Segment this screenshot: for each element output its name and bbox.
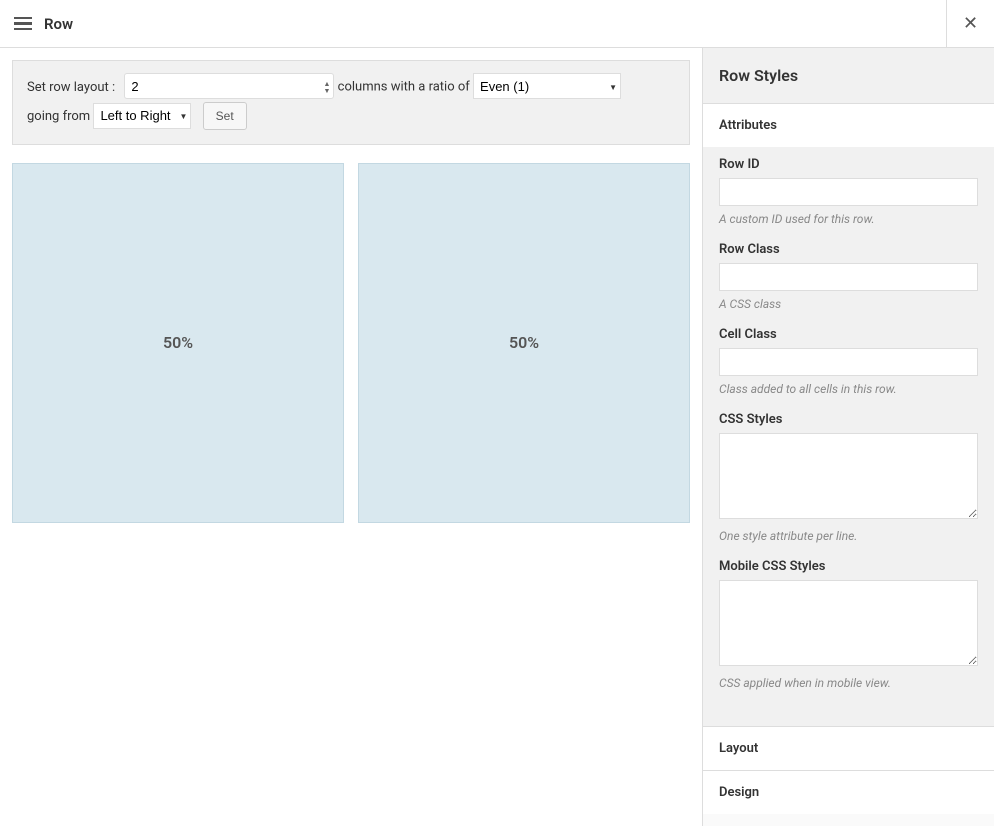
dialog-header: Row ✕ [0, 0, 994, 48]
preview-column-label: 50% [163, 333, 193, 352]
columns-ratio-label: columns with a ratio of [338, 80, 470, 95]
row-preview: 50% 50% [12, 163, 690, 523]
attributes-section-title[interactable]: Attributes [703, 104, 994, 147]
dialog-content: Set row layout : ▲▼ columns with a ratio… [0, 48, 994, 826]
dialog-title: Row [44, 15, 73, 33]
row-styles-sidebar: Row Styles Attributes Row ID A custom ID… [702, 48, 994, 826]
preview-column-label: 50% [509, 333, 539, 352]
cell-class-hint: Class added to all cells in this row. [719, 382, 978, 396]
row-id-hint: A custom ID used for this row. [719, 212, 978, 226]
row-class-label: Row Class [719, 242, 978, 257]
row-class-input[interactable] [719, 263, 978, 291]
columns-count-input[interactable] [124, 73, 334, 99]
css-styles-label: CSS Styles [719, 412, 978, 427]
design-section-title[interactable]: Design [703, 771, 994, 814]
close-icon: ✕ [963, 13, 978, 34]
set-button[interactable]: Set [203, 102, 247, 130]
row-layout-controls: Set row layout : ▲▼ columns with a ratio… [12, 60, 690, 145]
cell-class-input[interactable] [719, 348, 978, 376]
preview-column[interactable]: 50% [12, 163, 344, 523]
attributes-section-body: Row ID A custom ID used for this row. Ro… [703, 147, 994, 726]
ratio-select[interactable]: Even (1) [473, 73, 621, 99]
cell-class-label: Cell Class [719, 327, 978, 342]
row-class-hint: A CSS class [719, 297, 978, 311]
direction-select[interactable]: Left to Right [93, 103, 191, 129]
css-styles-hint: One style attribute per line. [719, 529, 978, 543]
menu-icon[interactable] [14, 17, 32, 31]
mobile-css-hint: CSS applied when in mobile view. [719, 676, 978, 690]
attributes-section: Attributes Row ID A custom ID used for t… [703, 104, 994, 727]
row-id-field: Row ID A custom ID used for this row. [719, 157, 978, 226]
preview-column[interactable]: 50% [358, 163, 690, 523]
stepper-icon[interactable]: ▲▼ [323, 81, 330, 95]
row-id-input[interactable] [719, 178, 978, 206]
header-left: Row [0, 15, 73, 33]
css-styles-textarea[interactable] [719, 433, 978, 519]
sidebar-title: Row Styles [703, 48, 994, 104]
close-button[interactable]: ✕ [946, 0, 994, 48]
row-id-label: Row ID [719, 157, 978, 172]
set-row-layout-label: Set row layout : [27, 80, 115, 95]
mobile-css-field: Mobile CSS Styles CSS applied when in mo… [719, 559, 978, 690]
mobile-css-label: Mobile CSS Styles [719, 559, 978, 574]
cell-class-field: Cell Class Class added to all cells in t… [719, 327, 978, 396]
going-from-label: going from [27, 109, 90, 124]
mobile-css-textarea[interactable] [719, 580, 978, 666]
css-styles-field: CSS Styles One style attribute per line. [719, 412, 978, 543]
main-panel: Set row layout : ▲▼ columns with a ratio… [0, 48, 702, 826]
layout-section-title[interactable]: Layout [703, 727, 994, 771]
row-class-field: Row Class A CSS class [719, 242, 978, 311]
